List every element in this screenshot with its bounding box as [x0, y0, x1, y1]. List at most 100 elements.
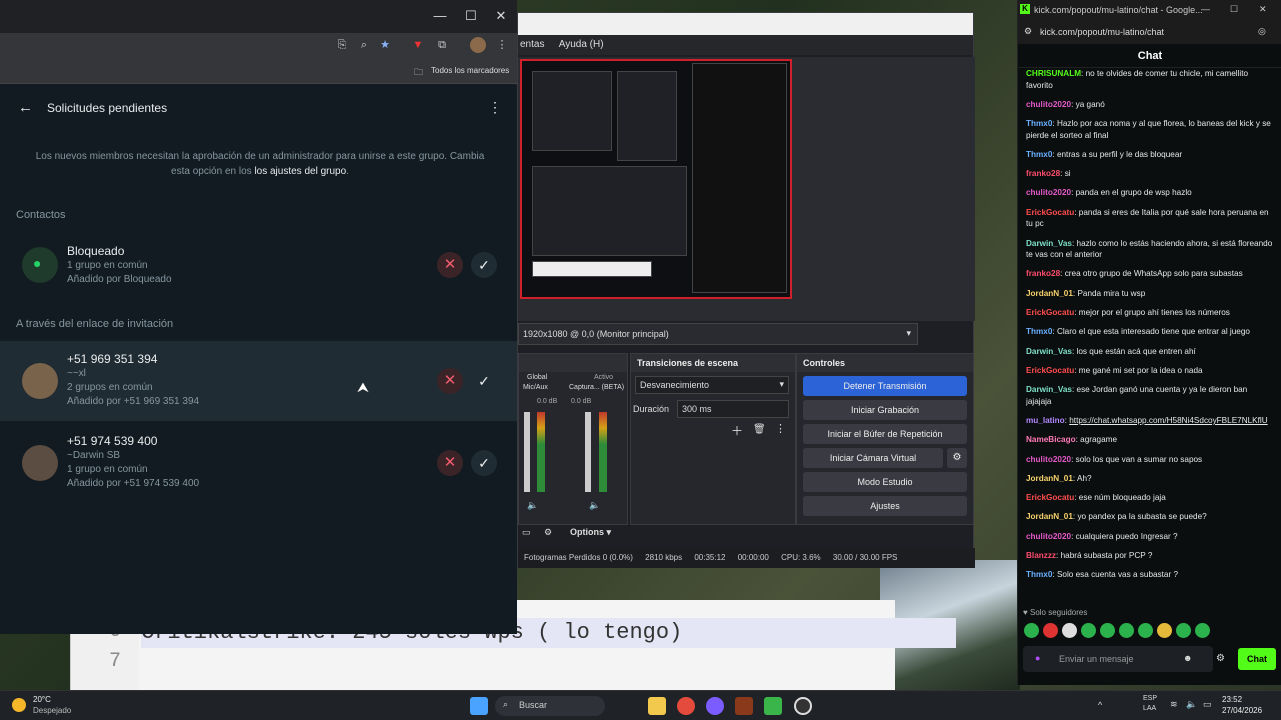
emote-bar[interactable] — [1024, 623, 1274, 639]
more-options-icon[interactable]: ⋮ — [488, 99, 502, 116]
options-button[interactable]: Options ▾ — [570, 527, 611, 538]
preview-source-bounds[interactable] — [520, 59, 792, 299]
install-app-icon[interactable]: ⎘ — [334, 37, 350, 53]
approve-button[interactable]: ✓ — [471, 252, 497, 278]
emote-icon[interactable] — [1100, 623, 1115, 638]
display-source-bar[interactable]: 1920x1080 @ 0,0 (Monitor principal) ▾ — [518, 323, 918, 345]
more-icon[interactable]: ⋮ — [775, 422, 786, 435]
obs-titlebar[interactable] — [518, 13, 973, 35]
game-icon[interactable] — [735, 697, 753, 715]
extension-icon[interactable]: ▼ — [410, 37, 426, 53]
emote-icon[interactable] — [1138, 623, 1153, 638]
eye-off-icon[interactable]: ◎ — [1258, 26, 1266, 37]
tray-chevron-icon[interactable]: ^ — [1098, 700, 1102, 710]
site-settings-icon[interactable]: ⚙ — [1024, 26, 1032, 37]
chat-username[interactable]: ErickGocatu — [1026, 308, 1074, 317]
extensions-puzzle-icon[interactable]: ⧉ — [434, 37, 450, 53]
emote-icon[interactable] — [1062, 623, 1077, 638]
approve-button[interactable]: ✓ — [471, 368, 497, 394]
all-bookmarks-link[interactable]: Todos los marcadores — [431, 66, 509, 75]
volume-slider-ch1[interactable] — [524, 412, 530, 492]
kick-urlbar[interactable]: ⚙ kick.com/popout/mu-latino/chat ◎ — [1018, 22, 1281, 44]
request-row[interactable]: +51 974 539 400 ~Darwin SB 1 grupo en co… — [0, 423, 517, 503]
chat-username[interactable]: chulito2020 — [1026, 100, 1071, 109]
input-language[interactable]: ESP — [1143, 695, 1157, 702]
emote-icon[interactable] — [1195, 623, 1210, 638]
kick-titlebar[interactable]: K kick.com/popout/mu-latino/chat - Googl… — [1018, 0, 1281, 22]
weather-icon[interactable] — [12, 698, 26, 712]
chat-username[interactable]: CHRISUNALM — [1026, 69, 1081, 78]
chat-messages[interactable]: CHRISUNALM: no te olvides de comer tu ch… — [1026, 68, 1274, 600]
request-row[interactable]: ● Bloqueado 1 grupo en común Añadido por… — [0, 225, 517, 305]
mic-icon[interactable]: ● — [1035, 653, 1040, 663]
emote-icon[interactable] — [1081, 623, 1096, 638]
chat-username[interactable]: NameBicago — [1026, 435, 1076, 444]
volume-icon[interactable]: 🔈 — [1186, 699, 1197, 710]
chat-username[interactable]: Thmx0 — [1026, 570, 1052, 579]
menu-tools[interactable]: entas — [520, 39, 544, 50]
bookmark-star-icon[interactable]: ★ — [377, 37, 393, 53]
menu-help[interactable]: Ayuda (H) — [559, 39, 604, 50]
volume-slider-ch2[interactable] — [585, 412, 591, 492]
chat-username[interactable]: Thmx0 — [1026, 119, 1052, 128]
profile-avatar[interactable] — [470, 37, 486, 53]
chat-username[interactable]: JordanN_01 — [1026, 474, 1073, 483]
request-row[interactable]: +51 969 351 394 ~~xl 2 grupos en común A… — [0, 341, 517, 421]
reject-button[interactable]: ✕ — [437, 368, 463, 394]
gear-icon[interactable]: ⚙ — [544, 527, 552, 538]
chat-username[interactable]: chulito2020 — [1026, 455, 1071, 464]
file-explorer-icon[interactable] — [648, 697, 666, 715]
maximize-icon[interactable]: ☐ — [461, 6, 481, 26]
group-settings-link[interactable]: los ajustes del grupo — [254, 166, 346, 177]
browser-titlebar[interactable]: — ☐ ✕ — [0, 0, 517, 33]
chat-text[interactable]: https://chat.whatsapp.com/H58Ni4SdcoyFBL… — [1069, 416, 1267, 425]
chat-username[interactable]: Thmx0 — [1026, 150, 1052, 159]
chat-username[interactable]: chulito2020 — [1026, 188, 1071, 197]
layout-icon[interactable]: ▭ — [522, 527, 531, 538]
battery-icon[interactable]: ▭ — [1203, 699, 1212, 710]
emoji-icon[interactable]: ☻ — [1183, 653, 1192, 663]
speaker-icon[interactable]: 🔈 — [527, 500, 538, 511]
emote-icon[interactable] — [1024, 623, 1039, 638]
discord-icon[interactable] — [706, 697, 724, 715]
chrome-icon[interactable] — [677, 697, 695, 715]
close-icon[interactable]: ✕ — [1259, 4, 1267, 15]
virtual-camera-button[interactable]: Iniciar Cámara Virtual — [803, 448, 943, 468]
clock-time[interactable]: 23:52 — [1222, 695, 1242, 704]
chat-username[interactable]: Darwin_Vas — [1026, 347, 1072, 356]
menu-icon[interactable]: ⋮ — [494, 37, 510, 53]
weather-temp[interactable]: 20°C — [33, 695, 51, 704]
chat-username[interactable]: Darwin_Vas — [1026, 239, 1072, 248]
gear-icon[interactable]: ⚙ — [1216, 653, 1225, 664]
speaker-icon[interactable]: 🔈 — [589, 500, 600, 511]
chat-message-input[interactable]: ● Enviar un mensaje ☻ — [1023, 646, 1213, 672]
emote-icon[interactable] — [1176, 623, 1191, 638]
minimize-icon[interactable]: — — [430, 6, 450, 26]
obs-preview[interactable] — [518, 57, 975, 321]
chat-username[interactable]: Darwin_Vas — [1026, 385, 1072, 394]
emote-icon[interactable] — [1119, 623, 1134, 638]
minimize-icon[interactable]: — — [1201, 4, 1210, 14]
duration-input[interactable]: 300 ms — [677, 400, 789, 418]
notepad-icon[interactable] — [764, 697, 782, 715]
stop-streaming-button[interactable]: Detener Transmisión — [803, 376, 967, 396]
reject-button[interactable]: ✕ — [437, 252, 463, 278]
start-recording-button[interactable]: Iniciar Grabación — [803, 400, 967, 420]
studio-mode-button[interactable]: Modo Estudio — [803, 472, 967, 492]
taskbar-search[interactable]: ⌕ Buscar — [495, 696, 605, 716]
plus-icon[interactable]: ＋ — [731, 422, 743, 439]
approve-button[interactable]: ✓ — [471, 450, 497, 476]
chat-username[interactable]: franko28 — [1026, 269, 1060, 278]
chat-username[interactable]: ErickGocatu — [1026, 208, 1074, 217]
maximize-icon[interactable]: ☐ — [1230, 4, 1238, 15]
chat-username[interactable]: ErickGocatu — [1026, 366, 1074, 375]
chat-username[interactable]: Blanzzz — [1026, 551, 1056, 560]
close-icon[interactable]: ✕ — [491, 6, 511, 26]
chat-username[interactable]: JordanN_01 — [1026, 289, 1073, 298]
zoom-icon[interactable]: ⌕ — [356, 37, 372, 53]
chat-username[interactable]: JordanN_01 — [1026, 512, 1073, 521]
chat-username[interactable]: chulito2020 — [1026, 532, 1071, 541]
start-icon[interactable] — [470, 697, 488, 715]
send-chat-button[interactable]: Chat — [1238, 648, 1276, 670]
gear-icon[interactable]: ⚙ — [947, 448, 967, 468]
